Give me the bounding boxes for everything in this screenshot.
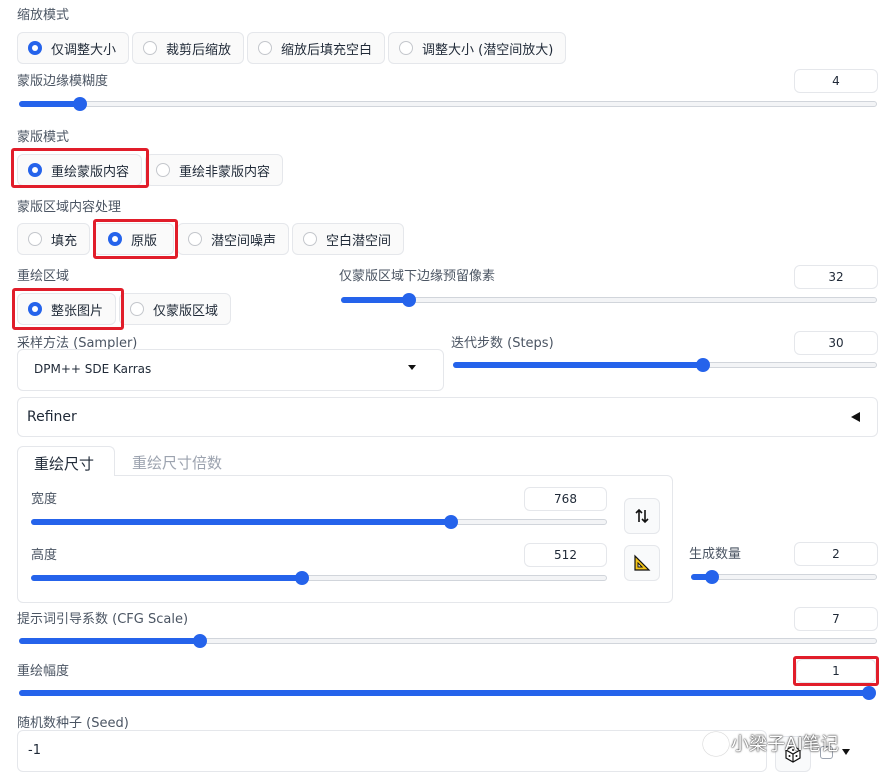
masked-content-group: 填充 原版 潜空间噪声 空白潜空间 — [17, 223, 405, 255]
only-masked-padding-slider[interactable] — [341, 293, 877, 307]
cfg-scale-slider[interactable] — [19, 634, 877, 648]
resize-mode-group: 仅调整大小 裁剪后缩放 缩放后填充空白 调整大小 (潜空间放大) — [17, 32, 567, 64]
height-input[interactable]: 512 — [524, 543, 607, 567]
mask-blur-slider[interactable] — [19, 97, 877, 111]
steps-label: 迭代步数 (Steps) — [451, 336, 554, 351]
swap-arrows-icon — [635, 508, 649, 524]
batch-count-slider[interactable] — [691, 570, 877, 584]
radio-selected-icon — [108, 232, 123, 246]
width-slider[interactable] — [31, 515, 607, 529]
radio-icon — [188, 232, 203, 246]
slider-thumb[interactable] — [402, 293, 416, 307]
slider-thumb[interactable] — [696, 358, 710, 372]
slider-thumb[interactable] — [73, 97, 87, 111]
inpaint-area-option-only-masked[interactable]: 仅蒙版区域 — [119, 293, 232, 325]
radio-icon — [130, 302, 145, 316]
resize-mode-option-fill[interactable]: 缩放后填充空白 — [247, 32, 386, 64]
resize-mode-option-latent-upscale[interactable]: 调整大小 (潜空间放大) — [388, 32, 567, 64]
resize-mode-option-resize-only[interactable]: 仅调整大小 — [17, 32, 130, 64]
denoising-slider[interactable] — [19, 686, 876, 700]
radio-icon — [28, 232, 42, 246]
height-label: 高度 — [31, 548, 58, 563]
radio-icon — [143, 41, 158, 55]
refiner-title: Refiner — [27, 409, 77, 425]
only-masked-padding-input[interactable]: 32 — [794, 265, 878, 289]
denoising-label: 重绘幅度 — [17, 664, 70, 679]
radio-icon — [399, 41, 414, 55]
masked-content-option-latent-noise[interactable]: 潜空间噪声 — [177, 223, 290, 255]
slider-thumb[interactable] — [295, 571, 309, 585]
denoising-input[interactable]: 1 — [796, 659, 876, 683]
seed-input[interactable]: -1 — [17, 730, 767, 772]
width-label: 宽度 — [31, 492, 58, 507]
dropdown-arrow-icon — [408, 365, 416, 370]
sampler-dropdown[interactable]: DPM++ SDE Karras — [17, 349, 444, 391]
cfg-scale-input[interactable]: 7 — [794, 607, 878, 631]
masked-content-option-original[interactable]: 原版 — [93, 223, 175, 255]
masked-content-option-latent-nothing[interactable]: 空白潜空间 — [292, 223, 405, 255]
radio-icon — [156, 163, 171, 177]
slider-thumb[interactable] — [705, 570, 719, 584]
height-slider[interactable] — [31, 571, 607, 585]
triangle-ruler-icon — [634, 554, 651, 571]
resize-mode-option-crop[interactable]: 裁剪后缩放 — [132, 32, 245, 64]
mask-mode-option-inpaint-not-masked[interactable]: 重绘非蒙版内容 — [145, 154, 284, 186]
inpaint-area-label: 重绘区域 — [17, 269, 70, 284]
mask-mode-group: 重绘蒙版内容 重绘非蒙版内容 — [17, 154, 284, 186]
slider-thumb[interactable] — [444, 515, 458, 529]
sampler-value: DPM++ SDE Karras — [34, 362, 152, 376]
mask-blur-input[interactable]: 4 — [794, 69, 878, 93]
only-masked-padding-label: 仅蒙版区域下边缘预留像素 — [339, 269, 496, 284]
batch-count-label: 生成数量 — [689, 547, 742, 562]
wechat-logo-icon — [703, 732, 729, 756]
extra-seed-arrow-icon[interactable] — [842, 749, 850, 755]
watermark-text: 小梁子AI笔记 — [731, 734, 839, 755]
tab-resize-to[interactable]: 重绘尺寸 — [17, 446, 115, 476]
refiner-accordion[interactable]: Refiner — [17, 397, 878, 437]
resize-mode-label: 缩放模式 — [17, 8, 70, 23]
radio-selected-icon — [28, 41, 42, 55]
seed-label: 随机数种子 (Seed) — [17, 716, 129, 731]
collapse-arrow-icon[interactable] — [851, 412, 860, 422]
width-input[interactable]: 768 — [524, 487, 607, 511]
mask-blur-label: 蒙版边缘模糊度 — [17, 74, 109, 89]
tab-resize-by[interactable]: 重绘尺寸倍数 — [132, 452, 222, 473]
slider-thumb[interactable] — [862, 686, 876, 700]
steps-input[interactable]: 30 — [794, 331, 878, 355]
steps-slider[interactable] — [453, 358, 877, 372]
masked-content-label: 蒙版区域内容处理 — [17, 200, 122, 215]
mask-mode-option-inpaint-masked[interactable]: 重绘蒙版内容 — [17, 154, 143, 186]
radio-icon — [303, 232, 318, 246]
auto-size-button[interactable] — [624, 545, 660, 581]
cfg-scale-label: 提示词引导系数 (CFG Scale) — [17, 612, 189, 627]
batch-count-input[interactable]: 2 — [794, 542, 878, 566]
swap-dimensions-button[interactable] — [624, 498, 660, 534]
masked-content-option-fill[interactable]: 填充 — [17, 223, 91, 255]
mask-mode-label: 蒙版模式 — [17, 130, 70, 145]
slider-thumb[interactable] — [193, 634, 207, 648]
radio-selected-icon — [28, 163, 42, 177]
inpaint-area-option-whole-picture[interactable]: 整张图片 — [17, 293, 117, 325]
radio-selected-icon — [28, 302, 42, 316]
inpaint-area-group: 整张图片 仅蒙版区域 — [17, 293, 232, 325]
radio-icon — [258, 41, 273, 55]
